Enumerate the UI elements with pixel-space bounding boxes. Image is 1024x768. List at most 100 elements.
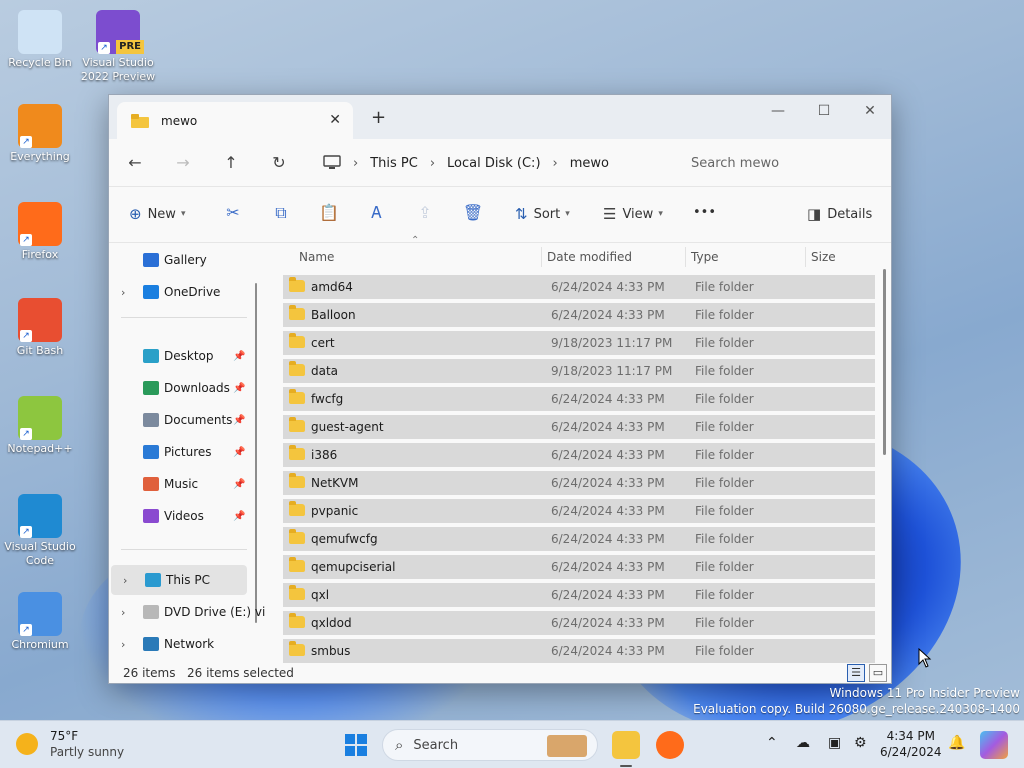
desktop-shortcut[interactable]: ↗ Notepad++: [2, 396, 78, 456]
share-icon[interactable]: ⇪: [413, 203, 437, 222]
partly-sunny-icon: [16, 733, 38, 755]
sidebar-item-network[interactable]: › Network: [109, 629, 259, 659]
sidebar-item-onedrive[interactable]: › OneDrive: [109, 277, 259, 307]
file-row[interactable]: pvpanic 6/24/2024 4:33 PM File folder: [283, 499, 875, 523]
file-row[interactable]: i386 6/24/2024 4:33 PM File folder: [283, 443, 875, 467]
paste-icon[interactable]: 📋: [317, 203, 341, 222]
forward-button[interactable]: →: [171, 153, 195, 172]
breadcrumb-mewo[interactable]: mewo: [570, 156, 609, 171]
column-header-name[interactable]: Name: [299, 243, 334, 271]
tab-close-button[interactable]: ✕: [329, 112, 341, 128]
back-button[interactable]: ←: [123, 153, 147, 172]
file-date-modified: 6/24/2024 4:33 PM: [551, 392, 665, 406]
desktop-shortcut[interactable]: ↗ Everything: [2, 104, 78, 164]
chevron-down-icon: ▾: [180, 209, 186, 219]
column-header-type[interactable]: Type: [691, 243, 719, 271]
new-button[interactable]: ⊕ New ▾: [129, 205, 185, 223]
desktop-shortcut[interactable]: ↗ Firefox: [2, 202, 78, 262]
sidebar-item-dvd-drive-e-vi[interactable]: › DVD Drive (E:) vi: [109, 597, 265, 627]
firefox-taskbar-icon[interactable]: [656, 731, 684, 759]
expand-chevron-icon[interactable]: ›: [121, 286, 125, 299]
sidebar-item-this-pc[interactable]: › This PC: [111, 565, 247, 595]
sidebar-item-videos[interactable]: Videos 📌: [109, 501, 259, 531]
column-divider[interactable]: [805, 247, 806, 267]
close-window-button[interactable]: ✕: [847, 99, 893, 123]
shortcut-arrow-icon: ↗: [98, 42, 110, 54]
sidebar-item-gallery[interactable]: Gallery: [109, 245, 259, 275]
details-view-button[interactable]: ☰: [847, 664, 865, 682]
search-input[interactable]: Search mewo: [677, 147, 885, 179]
taskbar-search[interactable]: ⌕ Search: [382, 729, 598, 761]
up-button[interactable]: ↑: [219, 153, 243, 172]
view-button[interactable]: ☰ View ▾: [603, 205, 663, 223]
expand-chevron-icon[interactable]: ›: [123, 574, 127, 587]
display-icon[interactable]: ▣: [828, 735, 841, 751]
chevron-up-icon[interactable]: ⌃: [766, 735, 778, 751]
notification-bell-icon[interactable]: 🔔: [948, 735, 965, 751]
rename-icon[interactable]: Ꭺ: [365, 203, 389, 223]
desktop-shortcut[interactable]: Recycle Bin: [2, 10, 78, 70]
address-bar[interactable]: › This PC › Local Disk (C:) › mewo: [313, 147, 667, 179]
expand-chevron-icon[interactable]: ›: [121, 606, 125, 619]
firefox-icon: ↗: [18, 202, 62, 246]
sidebar-item-desktop[interactable]: Desktop 📌: [109, 341, 259, 371]
details-label: Details: [827, 206, 873, 222]
minimize-button[interactable]: —: [755, 99, 801, 123]
vertical-scrollbar[interactable]: [883, 269, 886, 455]
details-pane-button[interactable]: ◨ Details: [807, 205, 872, 223]
column-divider[interactable]: [541, 247, 542, 267]
sidebar-item-documents[interactable]: Documents 📌: [109, 405, 259, 435]
delete-icon[interactable]: 🗑: [461, 203, 485, 222]
file-row[interactable]: qxldod 6/24/2024 4:33 PM File folder: [283, 611, 875, 635]
column-divider[interactable]: [685, 247, 686, 267]
column-header-size[interactable]: Size: [811, 243, 836, 271]
file-name: pvpanic: [311, 504, 359, 518]
copy-icon[interactable]: ⧉: [269, 203, 293, 223]
network-status-icon[interactable]: ⚙: [854, 735, 867, 751]
navigation-bar: ← → ↑ ↻ › This PC › Local Disk (C:) › me…: [109, 139, 891, 187]
file-row[interactable]: qxl 6/24/2024 4:33 PM File folder: [283, 583, 875, 607]
file-row[interactable]: amd64 6/24/2024 4:33 PM File folder: [283, 275, 875, 299]
file-row[interactable]: cert 9/18/2023 11:17 PM File folder: [283, 331, 875, 355]
file-date-modified: 6/24/2024 4:33 PM: [551, 644, 665, 658]
tab-mewo[interactable]: mewo ✕: [117, 102, 353, 139]
more-options-button[interactable]: •••: [693, 205, 716, 220]
file-row[interactable]: Balloon 6/24/2024 4:33 PM File folder: [283, 303, 875, 327]
breadcrumb-local-disk[interactable]: Local Disk (C:): [447, 156, 540, 171]
refresh-button[interactable]: ↻: [267, 153, 291, 172]
file-explorer-taskbar-icon[interactable]: [612, 731, 640, 759]
cloud-offline-icon[interactable]: ☁: [796, 735, 810, 751]
sort-ascending-icon: ⌃: [411, 235, 420, 246]
tiles-view-button[interactable]: ▭: [869, 664, 887, 682]
breadcrumb-this-pc[interactable]: This PC: [370, 156, 418, 171]
file-row[interactable]: qemupciserial 6/24/2024 4:33 PM File folde…: [283, 555, 875, 579]
maximize-button[interactable]: ☐: [801, 99, 847, 123]
clock[interactable]: 4:34 PM 6/24/2024: [880, 728, 942, 760]
cut-icon[interactable]: ✂: [221, 203, 245, 222]
file-row[interactable]: qemufwcfg 6/24/2024 4:33 PM File folder: [283, 527, 875, 551]
desktop-shortcut[interactable]: ↗ Chromium: [2, 592, 78, 652]
expand-chevron-icon[interactable]: ›: [121, 638, 125, 651]
start-button[interactable]: [342, 731, 370, 759]
file-row[interactable]: NetKVM 6/24/2024 4:33 PM File folder: [283, 471, 875, 495]
sort-button[interactable]: ⇅ Sort ▾: [515, 205, 570, 223]
chevron-right-icon: ›: [429, 155, 436, 171]
clock-time: 4:34 PM: [886, 729, 935, 743]
sidebar-item-downloads[interactable]: Downloads 📌: [109, 373, 259, 403]
file-date-modified: 6/24/2024 4:33 PM: [551, 476, 665, 490]
file-row[interactable]: smbus 6/24/2024 4:33 PM File folder: [283, 639, 875, 663]
file-date-modified: 6/24/2024 4:33 PM: [551, 448, 665, 462]
file-row[interactable]: guest-agent 6/24/2024 4:33 PM File folder: [283, 415, 875, 439]
column-header-date[interactable]: Date modified: [547, 243, 632, 271]
new-tab-button[interactable]: +: [371, 107, 386, 128]
desktop-shortcut-label: Visual Studio 2022 Preview: [80, 56, 156, 83]
shortcut-arrow-icon: ↗: [20, 330, 32, 342]
sidebar-item-music[interactable]: Music 📌: [109, 469, 259, 499]
desktop-shortcut[interactable]: ↗ Visual Studio Code: [2, 494, 78, 568]
desktop-shortcut[interactable]: PRE ↗ Visual Studio 2022 Preview: [80, 10, 156, 84]
file-row[interactable]: data 9/18/2023 11:17 PM File folder: [283, 359, 875, 383]
file-row[interactable]: fwcfg 6/24/2024 4:33 PM File folder: [283, 387, 875, 411]
desktop-shortcut[interactable]: ↗ Git Bash: [2, 298, 78, 358]
sidebar-item-pictures[interactable]: Pictures 📌: [109, 437, 259, 467]
copilot-icon[interactable]: [980, 731, 1008, 759]
